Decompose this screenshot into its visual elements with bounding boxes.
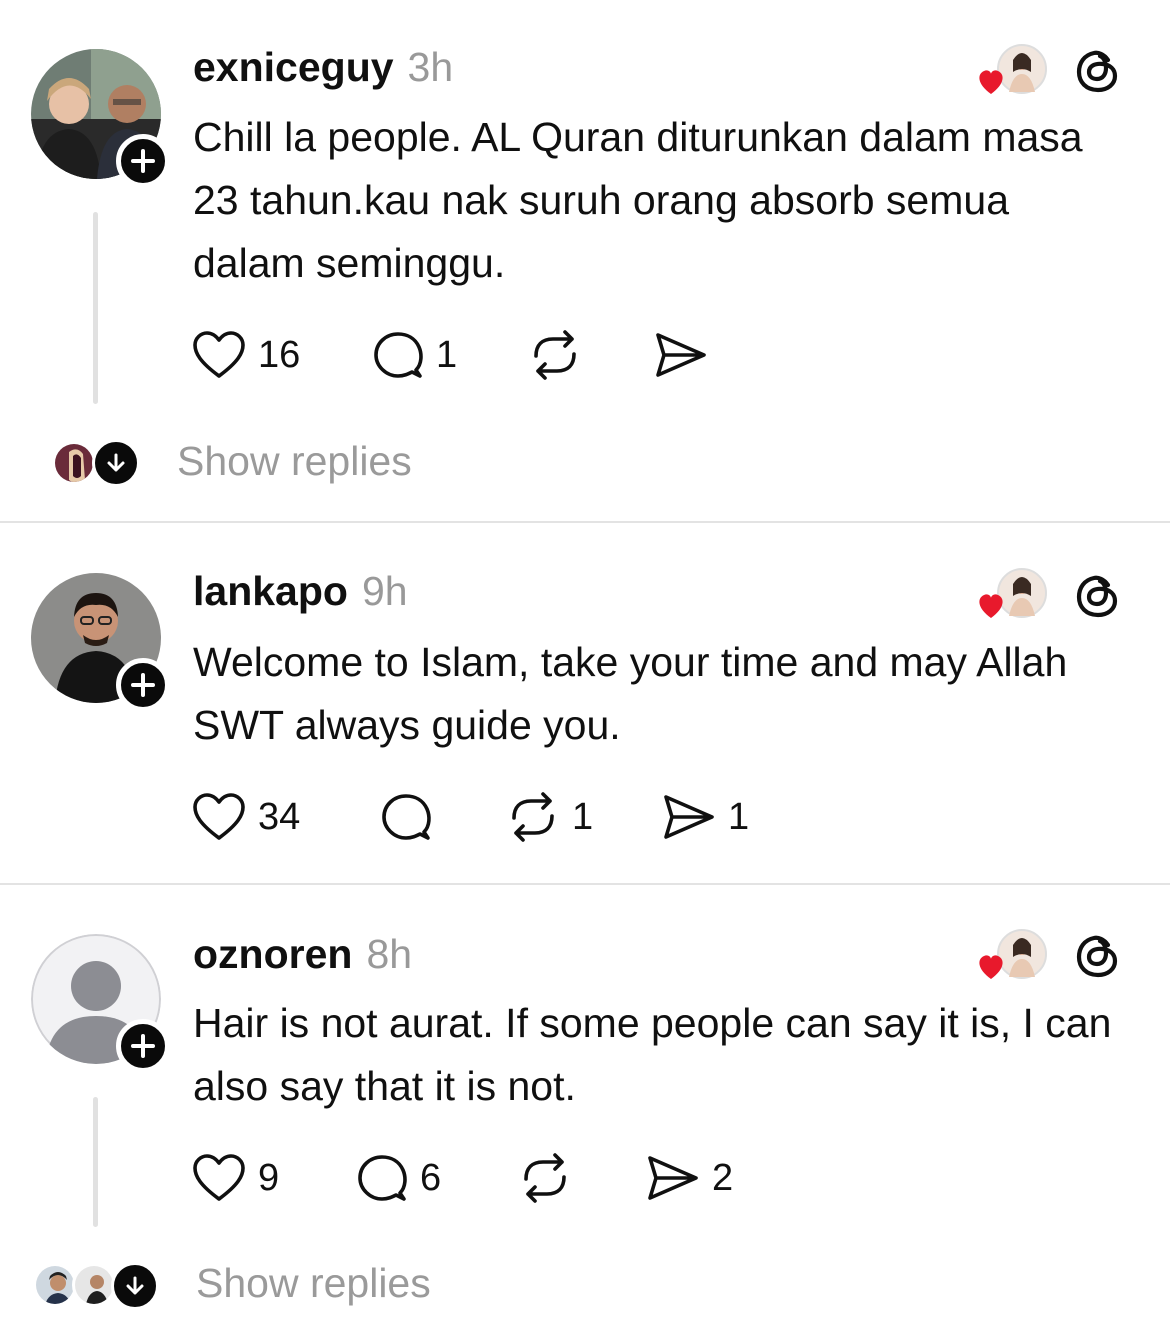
liked-by-author-indicator [975, 568, 1050, 624]
show-replies-expand[interactable] [111, 1262, 159, 1310]
post-text: Welcome to Islam, take your time and may… [193, 639, 1068, 748]
username[interactable]: lankapo 9h [193, 568, 408, 615]
show-replies-link[interactable]: Show replies [177, 438, 412, 485]
comment-bubble-icon [358, 1155, 407, 1201]
repost-icon [534, 330, 576, 380]
reply-count: 1 [436, 333, 458, 376]
arrow-down-icon [126, 1276, 144, 1295]
share-button[interactable]: 2 [646, 1153, 733, 1203]
heart-icon [193, 1154, 245, 1201]
reply-button[interactable]: 1 [372, 330, 457, 380]
heart-with-avatar-icon [979, 44, 1047, 94]
reply-count: 6 [420, 1156, 442, 1199]
liked-by-author-indicator [975, 44, 1050, 100]
repost-button[interactable]: 1 [506, 792, 593, 842]
repost-button[interactable] [528, 330, 594, 380]
heart-with-avatar-icon [979, 568, 1047, 618]
share-button[interactable] [654, 330, 720, 380]
post-exniceguy: exniceguy 3h Chill la people. AL Quran di… [0, 0, 1170, 522]
arrow-down-icon [107, 453, 125, 472]
like-count: 16 [258, 333, 301, 376]
threads-logo-icon[interactable] [1074, 47, 1122, 95]
post-time: 8h [366, 931, 413, 977]
post-text: Chill la people. AL Quran diturunkan dal… [193, 114, 1083, 286]
share-button[interactable]: 1 [662, 792, 749, 842]
heart-icon [193, 331, 245, 378]
heart-icon [193, 793, 245, 840]
username[interactable]: oznoren 8h [193, 931, 412, 978]
show-replies-expand[interactable] [92, 439, 140, 487]
plus-icon [131, 149, 155, 173]
comment-bubble-icon [382, 794, 431, 840]
reply-button[interactable] [380, 792, 444, 842]
like-button[interactable]: 9 [192, 1153, 279, 1203]
threads-logo-icon[interactable] [1074, 572, 1122, 620]
reply-avatar [52, 441, 96, 485]
repost-icon [512, 792, 554, 842]
post-time: 9h [361, 568, 408, 614]
post-lankapo: lankapo 9h Welcome to Islam, take your ti… [0, 522, 1170, 884]
send-icon [648, 1156, 698, 1200]
send-icon [656, 333, 706, 377]
thread-line [93, 212, 98, 404]
comment-bubble-icon [374, 332, 423, 378]
repost-button[interactable] [518, 1153, 584, 1203]
repost-count: 1 [572, 795, 594, 838]
threads-logo-icon[interactable] [1074, 932, 1122, 980]
heart-with-avatar-icon [979, 929, 1047, 979]
plus-icon [131, 673, 155, 697]
username[interactable]: exniceguy 3h [193, 44, 453, 91]
follow-button-oznoren[interactable] [116, 1019, 170, 1073]
reply-avatar [33, 1263, 77, 1307]
share-count: 1 [728, 795, 750, 838]
thread-line [93, 1097, 98, 1227]
like-count: 9 [258, 1156, 280, 1199]
show-replies-link[interactable]: Show replies [196, 1260, 431, 1307]
follow-button-exniceguy[interactable] [116, 134, 170, 188]
like-button[interactable]: 16 [192, 330, 300, 380]
like-count: 34 [258, 795, 301, 838]
send-icon [664, 795, 714, 839]
post-oznoren: oznoren 8h Hair is not aurat. If some peo… [0, 885, 1170, 1337]
repost-icon [524, 1153, 566, 1203]
plus-icon [131, 1034, 155, 1058]
liked-by-author-indicator [975, 929, 1050, 985]
reply-button[interactable]: 6 [356, 1153, 441, 1203]
post-text: Hair is not aurat. If some people can sa… [193, 1000, 1112, 1109]
reply-avatar [72, 1263, 116, 1307]
follow-button-lankapo[interactable] [116, 658, 170, 712]
share-count: 2 [712, 1156, 734, 1199]
post-time: 3h [407, 44, 454, 90]
like-button[interactable]: 34 [192, 792, 300, 842]
